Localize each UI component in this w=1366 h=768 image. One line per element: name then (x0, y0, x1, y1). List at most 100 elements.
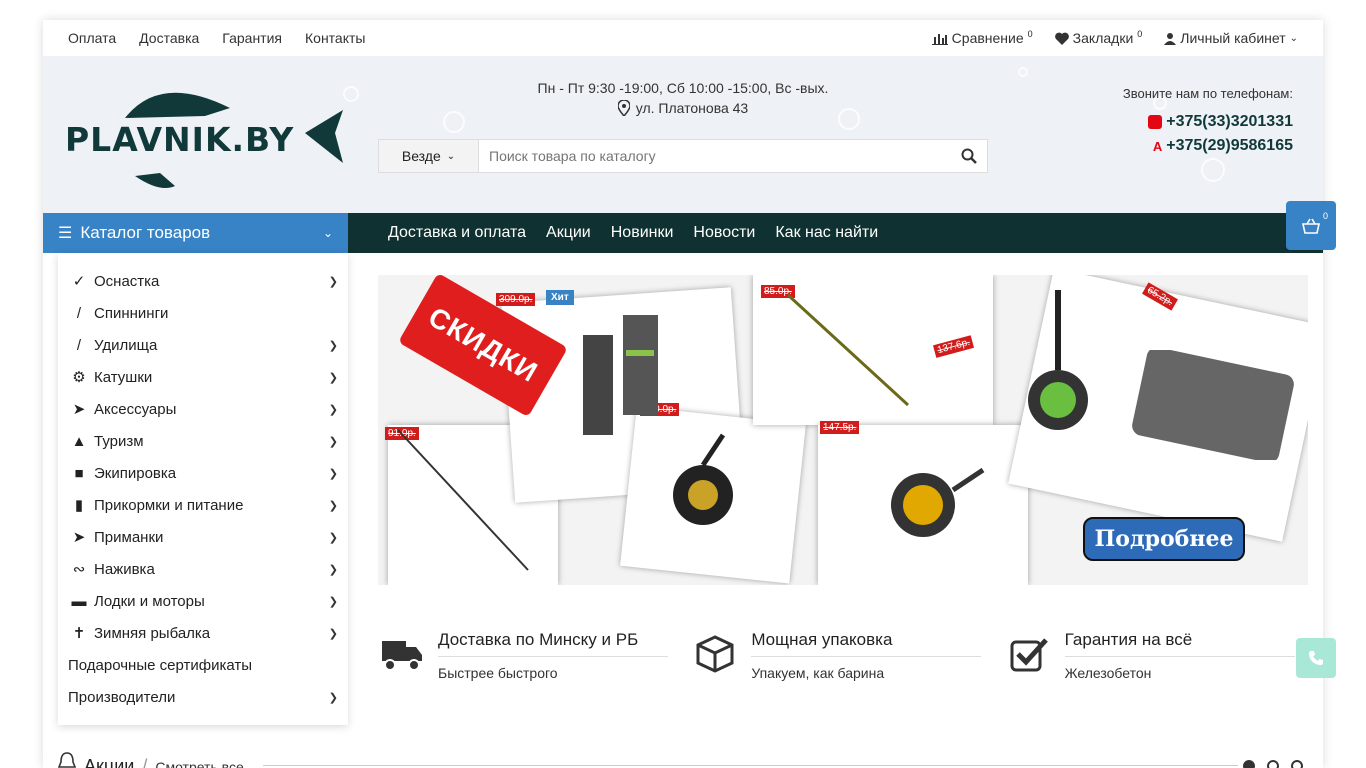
menu-item[interactable]: ➤ Аксессуары ❯ (58, 393, 348, 425)
truck-icon (382, 641, 422, 671)
nav-link-new[interactable]: Новинки (611, 224, 674, 242)
chevron-right-icon: ❯ (328, 435, 338, 448)
menu-item-label: Лодки и моторы (94, 592, 205, 610)
jacket-icon: ■ (74, 464, 84, 482)
feature-title: Гарантия на всё (1064, 630, 1295, 657)
nav-link-promotions[interactable]: Акции (546, 224, 591, 242)
chevron-down-icon: ⌄ (1289, 32, 1298, 44)
chevron-right-icon: ❯ (328, 499, 338, 512)
top-right-links: Сравнение 0 Закладки 0 Личный кабинет ⌄ (931, 29, 1298, 46)
more-button[interactable]: Подробнее (1083, 517, 1245, 561)
price-tag: 309.0р. (496, 293, 536, 306)
promo-title: Акции (84, 756, 135, 768)
bag-image (1132, 350, 1294, 460)
search-scope-select[interactable]: Везде ⌄ (379, 140, 479, 172)
search-button[interactable] (951, 140, 987, 172)
catalog-button[interactable]: ☰ Каталог товаров ⌄ (43, 213, 348, 253)
header: PLAVNIK.BY Пн - Пт 9:30 -19:00, Сб 10:00… (43, 56, 1323, 213)
menu-item[interactable]: Подарочные сертификаты (58, 649, 348, 681)
menu-item-label: Зимняя рыбалка (94, 624, 211, 642)
menu-item-label: Экипировка (94, 464, 177, 482)
top-links: Оплата Доставка Гарантия Контакты (68, 30, 365, 46)
bar-chart-icon (931, 33, 948, 45)
phone-mts[interactable]: +375(33)3201331 (1123, 113, 1293, 131)
carousel-dots (1243, 760, 1303, 768)
rod-icon: / (76, 336, 82, 354)
hook-icon: ✓ (72, 273, 86, 290)
feature-packaging: Мощная упаковка Упакуем, как барина (691, 630, 1004, 681)
chevron-down-icon: ⌄ (322, 226, 333, 240)
menu-item[interactable]: Производители ❯ (58, 681, 348, 713)
top-link-payment[interactable]: Оплата (68, 30, 116, 46)
reel-image (891, 467, 985, 537)
carousel-dot[interactable] (1291, 760, 1303, 768)
hit-badge: Хит (546, 290, 574, 305)
menu-item-label: Спиннинги (94, 304, 169, 322)
menu-item[interactable]: ▲ Туризм ❯ (58, 425, 348, 457)
account-dropdown[interactable]: Личный кабинет ⌄ (1164, 30, 1298, 46)
chevron-right-icon: ❯ (328, 371, 338, 384)
reel-image (673, 433, 733, 525)
menu-item[interactable]: ■ Экипировка ❯ (58, 457, 348, 489)
feature-subtitle: Железобетон (1064, 665, 1152, 681)
search-input[interactable] (479, 140, 951, 172)
menu-item[interactable]: ⚙ Катушки ❯ (58, 361, 348, 393)
feature-subtitle: Быстрее быстрого (438, 665, 558, 681)
menu-item-label: Приманки (94, 528, 164, 546)
hours-text: Пн - Пт 9:30 -19:00, Сб 10:00 -15:00, Вс… (537, 80, 829, 96)
menu-item[interactable]: ▮ Прикормки и питание ❯ (58, 489, 348, 521)
menu-item[interactable]: / Удилища ❯ (58, 329, 348, 361)
nav-link-find-us[interactable]: Как нас найти (775, 224, 878, 242)
map-pin-icon (617, 100, 630, 116)
basket-icon (1302, 218, 1320, 234)
price-tag: 147.5р. (820, 421, 860, 434)
top-link-warranty[interactable]: Гарантия (222, 30, 282, 46)
catalog-label: Каталог товаров (80, 223, 211, 242)
reel-image (1028, 290, 1088, 430)
promo-section-header: Акции / Смотреть все (58, 752, 244, 768)
top-link-delivery[interactable]: Доставка (139, 30, 199, 46)
feature-title: Мощная упаковка (751, 630, 982, 657)
features-row: Доставка по Минску и РБ Быстрее быстрого… (378, 630, 1318, 681)
menu-item[interactable]: ▬ Лодки и моторы ❯ (58, 585, 348, 617)
menu-item-label: Подарочные сертификаты (68, 656, 253, 674)
promo-banner[interactable]: СКИДКИ 309.0р. Хит 85.0р. 65.2р. 137.6р.… (378, 275, 1308, 585)
phone-number-2: +375(29)9586165 (1166, 137, 1293, 154)
phone-number-1: +375(33)3201331 (1166, 113, 1293, 130)
catalog-menu: ✓ Оснастка ❯ / Спиннинги / Удилища ❯ ⚙ Катушки ❯ ➤ А… (58, 253, 348, 725)
cart-button[interactable]: 0 (1286, 201, 1336, 250)
chevron-right-icon: ❯ (328, 595, 338, 608)
bookmarks-link[interactable]: Закладки 0 (1054, 29, 1142, 46)
site-logo[interactable]: PLAVNIK.BY (65, 78, 345, 193)
search-icon (961, 148, 977, 164)
compare-link[interactable]: Сравнение 0 (931, 29, 1033, 46)
net-icon: ➤ (72, 401, 86, 418)
menu-item[interactable]: / Спиннинги (58, 297, 348, 329)
menu-item[interactable]: ✝ Зимняя рыбалка ❯ (58, 617, 348, 649)
menu-item-label: Производители (68, 688, 176, 706)
tent-icon: ▲ (71, 432, 87, 450)
feature-title: Доставка по Минску и РБ (438, 630, 668, 657)
chevron-right-icon: ❯ (328, 531, 338, 544)
menu-item[interactable]: ➤ Приманки ❯ (58, 521, 348, 553)
nav-link-news[interactable]: Новости (693, 224, 755, 242)
callback-button[interactable] (1296, 638, 1336, 678)
see-all-link[interactable]: Смотреть все (155, 759, 243, 768)
phones-block: Звоните нам по телефонам: +375(33)320133… (1123, 86, 1293, 161)
suit-image (583, 315, 658, 435)
reel-icon: ⚙ (72, 369, 86, 386)
compare-count: 0 (1027, 29, 1033, 39)
menu-item[interactable]: ✓ Оснастка ❯ (58, 265, 348, 297)
nav-link-delivery-payment[interactable]: Доставка и оплата (388, 224, 526, 242)
phone-a1[interactable]: A +375(29)9586165 (1123, 137, 1293, 155)
feature-delivery: Доставка по Минску и РБ Быстрее быстрого (378, 630, 691, 681)
carousel-dot[interactable] (1243, 760, 1255, 768)
phone-icon (1309, 651, 1323, 665)
store-hours: Пн - Пт 9:30 -19:00, Сб 10:00 -15:00, Вс… (483, 78, 883, 118)
checkbox-icon (1010, 638, 1048, 672)
menu-item[interactable]: ∾ Наживка ❯ (58, 553, 348, 585)
carousel-dot[interactable] (1267, 760, 1279, 768)
address-text: ул. Платонова 43 (635, 100, 749, 116)
top-link-contacts[interactable]: Контакты (305, 30, 365, 46)
account-label: Личный кабинет (1180, 30, 1286, 46)
